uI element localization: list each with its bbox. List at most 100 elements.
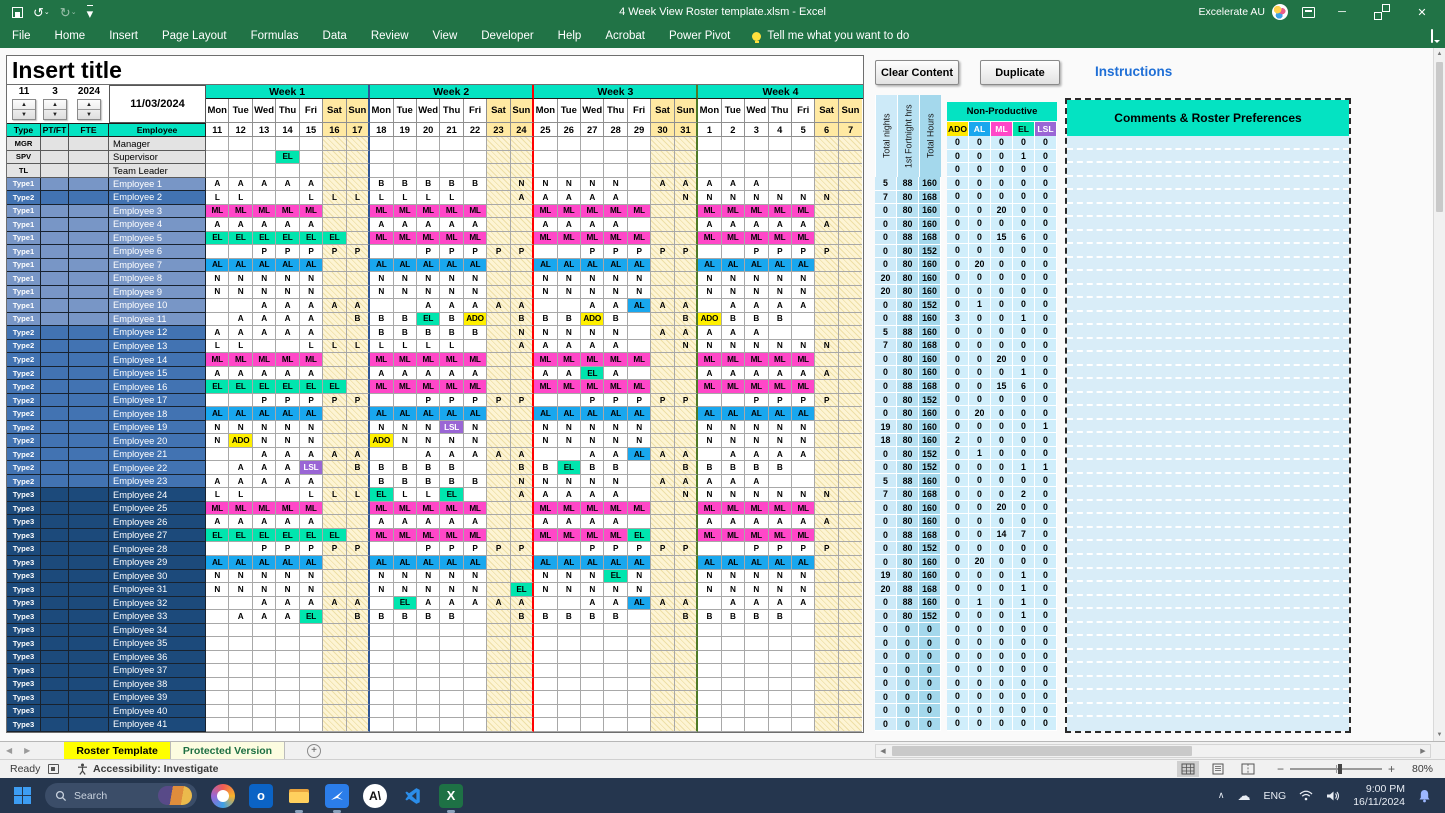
total-cell[interactable]: 7	[875, 488, 897, 502]
np-cell[interactable]: 0	[1035, 636, 1057, 650]
shift-cell[interactable]: P	[675, 394, 698, 408]
shift-cell[interactable]	[651, 691, 674, 705]
shift-cell[interactable]: N	[792, 286, 815, 300]
np-cell[interactable]: 2	[947, 433, 969, 447]
total-cell[interactable]: 80	[897, 569, 919, 583]
shift-cell[interactable]: EL	[206, 232, 229, 246]
shift-cell[interactable]: A	[417, 597, 440, 611]
comment-cell[interactable]	[1067, 663, 1349, 677]
shift-cell[interactable]: N	[628, 434, 651, 448]
type-cell[interactable]: Type2	[7, 340, 41, 354]
shift-cell[interactable]: B	[604, 610, 627, 624]
employee-name-cell[interactable]: Employee 37	[109, 664, 206, 678]
shift-cell[interactable]: N	[440, 570, 463, 584]
shift-cell[interactable]	[206, 705, 229, 719]
type-cell[interactable]: Type3	[7, 691, 41, 705]
np-cell[interactable]: 0	[991, 136, 1013, 150]
shift-cell[interactable]: A	[417, 448, 440, 462]
np-cell[interactable]: 0	[1035, 325, 1057, 339]
np-cell[interactable]: 0	[991, 285, 1013, 299]
shift-cell[interactable]: L	[370, 191, 393, 205]
shift-cell[interactable]: AL	[417, 407, 440, 421]
shift-cell[interactable]: ML	[792, 232, 815, 246]
ptft-cell[interactable]	[41, 421, 69, 435]
shift-cell[interactable]: B	[745, 313, 768, 327]
np-cell[interactable]: 0	[991, 487, 1013, 501]
total-cell[interactable]: 152	[919, 393, 941, 407]
type-cell[interactable]: Type2	[7, 475, 41, 489]
shift-cell[interactable]: AL	[253, 556, 276, 570]
shift-cell[interactable]: A	[604, 218, 627, 232]
shift-cell[interactable]	[229, 705, 252, 719]
employee-name-cell[interactable]: Employee 8	[109, 272, 206, 286]
np-cell[interactable]: 0	[969, 514, 991, 528]
shift-cell[interactable]	[229, 245, 252, 259]
shift-cell[interactable]: AL	[229, 259, 252, 273]
shift-cell[interactable]: A	[464, 515, 487, 529]
shift-cell[interactable]	[394, 651, 417, 665]
shift-cell[interactable]: AL	[745, 407, 768, 421]
comment-cell[interactable]	[1067, 474, 1349, 488]
shift-cell[interactable]	[534, 245, 557, 259]
shift-cell[interactable]: ML	[628, 205, 651, 219]
shift-cell[interactable]: P	[323, 394, 346, 408]
total-cell[interactable]: 80	[897, 272, 919, 286]
shift-cell[interactable]: AL	[534, 259, 557, 273]
np-cell[interactable]: 0	[1035, 474, 1057, 488]
shift-cell[interactable]: P	[604, 245, 627, 259]
shift-cell[interactable]	[229, 151, 252, 165]
menu-tab-acrobat[interactable]: Acrobat	[593, 24, 657, 48]
shift-cell[interactable]: P	[511, 394, 534, 408]
shift-cell[interactable]	[675, 637, 698, 651]
shift-cell[interactable]: AL	[628, 407, 651, 421]
employee-name-cell[interactable]: Employee 15	[109, 367, 206, 381]
shift-cell[interactable]: AL	[558, 556, 581, 570]
shift-cell[interactable]: A	[534, 367, 557, 381]
shift-cell[interactable]	[417, 164, 440, 178]
shift-cell[interactable]: ML	[464, 205, 487, 219]
shift-cell[interactable]	[347, 434, 370, 448]
fte-cell[interactable]	[69, 624, 109, 638]
shift-cell[interactable]: A	[300, 597, 323, 611]
shift-cell[interactable]	[651, 218, 674, 232]
shift-cell[interactable]: N	[722, 583, 745, 597]
shift-cell[interactable]: N	[276, 583, 299, 597]
shift-cell[interactable]	[464, 651, 487, 665]
total-cell[interactable]: 160	[919, 258, 941, 272]
shift-cell[interactable]	[347, 570, 370, 584]
shift-cell[interactable]	[675, 367, 698, 381]
shift-cell[interactable]	[769, 718, 792, 732]
shift-cell[interactable]: B	[440, 178, 463, 192]
total-cell[interactable]: 80	[897, 420, 919, 434]
total-cell[interactable]: 80	[897, 555, 919, 569]
shift-cell[interactable]: AL	[300, 259, 323, 273]
shift-cell[interactable]	[722, 718, 745, 732]
employee-name-cell[interactable]: Employee 16	[109, 380, 206, 394]
fte-cell[interactable]	[69, 475, 109, 489]
shift-cell[interactable]: A	[370, 515, 393, 529]
shift-cell[interactable]: L	[300, 340, 323, 354]
np-cell[interactable]: 0	[969, 460, 991, 474]
shift-cell[interactable]: N	[253, 286, 276, 300]
shift-cell[interactable]	[323, 407, 346, 421]
menu-tab-help[interactable]: Help	[546, 24, 594, 48]
comment-cell[interactable]	[1067, 231, 1349, 245]
np-cell[interactable]: 0	[947, 366, 969, 380]
shift-cell[interactable]: ML	[440, 529, 463, 543]
np-cell[interactable]: 0	[947, 217, 969, 231]
shift-cell[interactable]: B	[722, 313, 745, 327]
total-cell[interactable]: 160	[919, 326, 941, 340]
shift-cell[interactable]	[347, 691, 370, 705]
employee-name-cell[interactable]: Employee 12	[109, 326, 206, 340]
shift-cell[interactable]: B	[440, 461, 463, 475]
shift-cell[interactable]: N	[698, 488, 721, 502]
shift-cell[interactable]: P	[253, 394, 276, 408]
shift-cell[interactable]: A	[276, 448, 299, 462]
total-cell[interactable]: 152	[919, 542, 941, 556]
shift-cell[interactable]	[487, 610, 510, 624]
np-cell[interactable]: 6	[1013, 231, 1035, 245]
shift-cell[interactable]	[698, 691, 721, 705]
shift-cell[interactable]	[675, 691, 698, 705]
np-cell[interactable]: 0	[991, 541, 1013, 555]
shift-cell[interactable]	[839, 272, 862, 286]
